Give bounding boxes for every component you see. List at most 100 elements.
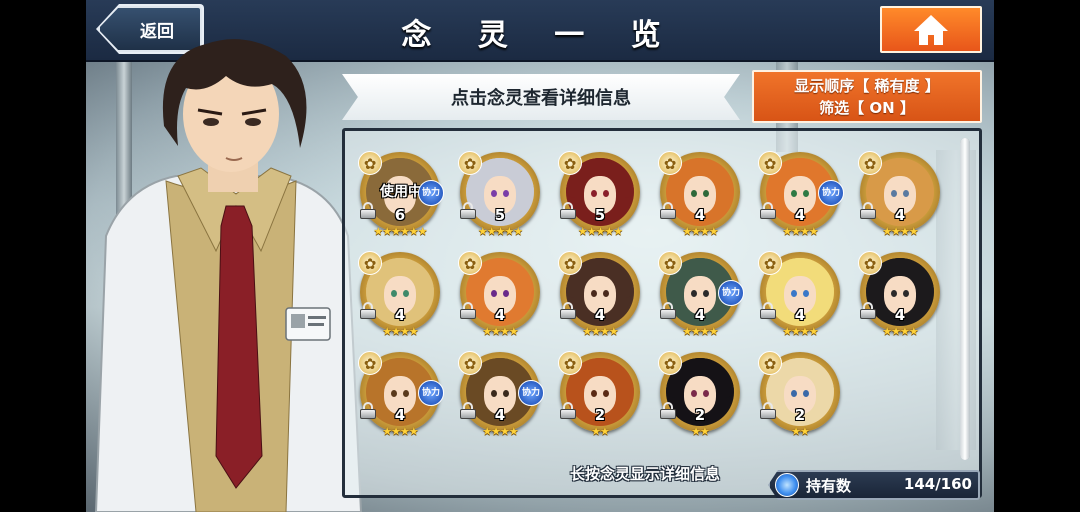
portrait-eye [603,390,609,397]
orb-icon [775,473,799,497]
assist-badge: 协力 [418,380,444,406]
portrait-eye [503,390,509,397]
spirit-card[interactable]: ✿ 协力 4 ★★★★ [758,151,844,244]
scrollbar-thumb[interactable] [960,138,970,460]
rarity-stars: ★★★★ [482,325,518,338]
lock-icon[interactable] [759,402,777,419]
lock-icon[interactable] [859,302,877,319]
spirit-level: 4 [494,406,506,424]
assist-badge: 协力 [818,180,844,206]
rarity-stars: ★★★★★★ [373,225,427,238]
spirit-level: 6 [394,206,406,224]
flower-icon: ✿ [358,151,382,175]
spirit-card[interactable]: ✿ 4 ★★★★ [758,251,844,344]
portrait-eye [803,190,809,197]
spirit-card[interactable]: ✿ 4 ★★★★ [658,151,744,244]
home-button[interactable] [880,6,982,53]
portrait-eye [403,290,409,297]
spirit-level: 4 [894,206,906,224]
lock-icon[interactable] [759,202,777,219]
spirit-card[interactable]: ✿ 2 ★★ [758,351,844,444]
spirit-card[interactable]: ✿ 4 ★★★★ [358,251,444,344]
spirit-card[interactable]: ✿ 使用中 协力 6 ★★★★★★ [358,151,444,244]
portrait-eye [391,290,397,297]
flower-icon: ✿ [558,151,582,175]
flower-icon: ✿ [458,151,482,175]
spirit-level: 2 [694,406,706,424]
sort-filter-button[interactable]: 显示顺序【 稀有度 】 筛选【 ON 】 [752,70,982,123]
rarity-stars: ★★ [691,425,710,438]
portrait-eye [491,390,497,397]
portrait-eye [491,190,497,197]
spirit-card[interactable]: ✿ 4 ★★★★ [558,251,644,344]
filter-label: 筛选【 ON 】 [819,99,915,117]
lock-icon[interactable] [459,402,477,419]
flower-icon: ✿ [658,351,682,375]
portrait-eye [703,190,709,197]
rarity-stars: ★★★★ [582,325,618,338]
spirit-card[interactable]: ✿ 5 ★★★★★ [458,151,544,244]
spirit-level: 4 [694,206,706,224]
spirit-level: 4 [794,306,806,324]
portrait-eye [391,390,397,397]
tap-hint-banner: 点击念灵查看详细信息 [342,74,740,120]
rarity-stars: ★★ [591,425,610,438]
portrait-eye [791,290,797,297]
lock-icon[interactable] [859,202,877,219]
spirit-level: 2 [594,406,606,424]
lock-icon[interactable] [359,402,377,419]
spirit-level: 4 [794,206,806,224]
portrait-eye [791,390,797,397]
portrait-eye [903,190,909,197]
lock-icon[interactable] [559,302,577,319]
spirit-card[interactable]: ✿ 2 ★★ [658,351,744,444]
spirit-level: 4 [494,306,506,324]
spirit-card[interactable]: ✿ 协力 4 ★★★★ [658,251,744,344]
spirit-card[interactable]: ✿ 协力 4 ★★★★ [458,351,544,444]
portrait-eye [503,190,509,197]
flower-icon: ✿ [758,151,782,175]
portrait-eye [591,290,597,297]
lock-icon[interactable] [359,302,377,319]
portrait-eye [703,390,709,397]
lock-icon[interactable] [659,402,677,419]
portrait-eye [603,190,609,197]
rarity-stars: ★★★★ [882,225,918,238]
portrait-eye [691,390,697,397]
lock-icon[interactable] [659,302,677,319]
lock-icon[interactable] [359,202,377,219]
home-icon [914,14,948,45]
lock-icon[interactable] [759,302,777,319]
portrait-eye [691,290,697,297]
portrait-eye [803,390,809,397]
spirit-card[interactable]: ✿ 4 ★★★★ [858,151,944,244]
portrait-eye [691,190,697,197]
rarity-stars: ★★★★ [782,325,818,338]
portrait-eye [403,390,409,397]
flower-icon: ✿ [558,351,582,375]
flower-icon: ✿ [858,251,882,275]
flower-icon: ✿ [558,251,582,275]
spirit-card[interactable]: ✿ 2 ★★ [558,351,644,444]
spirit-card[interactable]: ✿ 4 ★★★★ [858,251,944,344]
flower-icon: ✿ [458,351,482,375]
spirit-card[interactable]: ✿ 5 ★★★★★ [558,151,644,244]
rarity-stars: ★★★★ [782,225,818,238]
flower-icon: ✿ [758,351,782,375]
lock-icon[interactable] [559,402,577,419]
lock-icon[interactable] [459,302,477,319]
lock-icon[interactable] [459,202,477,219]
portrait-eye [491,290,497,297]
spirit-card[interactable]: ✿ 4 ★★★★ [458,251,544,344]
spirit-card[interactable]: ✿ 协力 4 ★★★★ [358,351,444,444]
sort-order-label: 显示顺序【 稀有度 】 [794,77,940,95]
owned-label: 持有数 [806,477,852,495]
flower-icon: ✿ [458,251,482,275]
assist-badge: 协力 [718,280,744,306]
rarity-stars: ★★★★ [882,325,918,338]
spirit-level: 4 [594,306,606,324]
flower-icon: ✿ [658,251,682,275]
lock-icon[interactable] [559,202,577,219]
spirit-list-screen: 念 灵 一 览 返回 点击念灵查看详细信息 显示顺序【 稀有度 】 筛选【 ON… [0,0,1080,512]
lock-icon[interactable] [659,202,677,219]
